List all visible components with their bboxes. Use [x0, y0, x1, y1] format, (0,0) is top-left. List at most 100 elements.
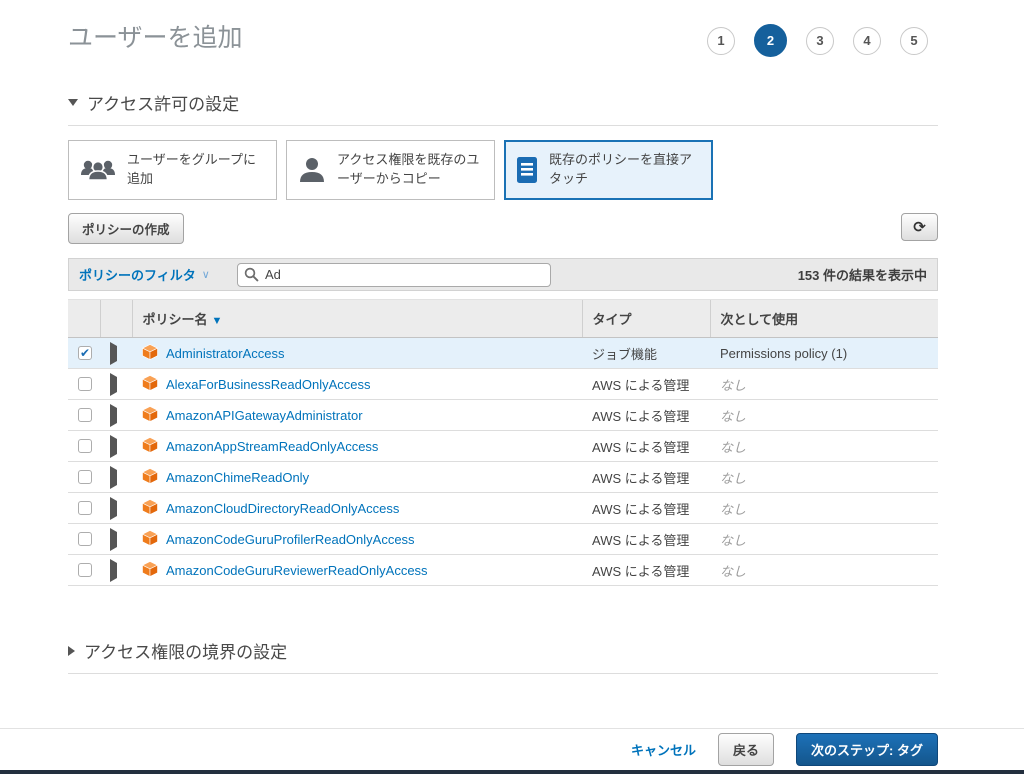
table-row: AmazonAPIGatewayAdministrator AWS による管理 … — [68, 400, 938, 431]
policy-used-as-cell: なし — [710, 462, 938, 493]
policy-type-cell: ジョブ機能 — [582, 338, 710, 369]
refresh-button[interactable]: ⟳ — [901, 213, 938, 241]
policy-filter-label: ポリシーのフィルタ — [79, 265, 196, 284]
expand-row-icon[interactable] — [110, 342, 117, 365]
policy-used-as-cell: なし — [710, 400, 938, 431]
header-policy-name-label: ポリシー名 — [143, 312, 208, 327]
console-bottom-bar — [0, 770, 1024, 774]
next-step-button[interactable]: 次のステップ: タグ — [796, 733, 938, 766]
search-wrap — [237, 263, 551, 287]
policy-type-cell: AWS による管理 — [582, 369, 710, 400]
table-row: AmazonCloudDirectoryReadOnlyAccess AWS に… — [68, 493, 938, 524]
row-checkbox[interactable] — [78, 439, 92, 453]
permission-option-cards: ユーザーをグループに追加 アクセス権限を既存のユーザーからコピー 既存のポリ — [68, 140, 938, 200]
step-4: 4 — [853, 27, 881, 55]
step-1: 1 — [707, 27, 735, 55]
policy-type-cell: AWS による管理 — [582, 400, 710, 431]
policies-table: ポリシー名▼ タイプ 次として使用 ✔ A — [68, 299, 938, 586]
card-label: アクセス権限を既存のユーザーからコピー — [337, 151, 484, 189]
policy-cube-icon — [142, 375, 158, 394]
policy-name-link[interactable]: AmazonCodeGuruReviewerReadOnlyAccess — [166, 563, 428, 578]
policy-document-icon — [515, 156, 539, 184]
policy-cube-icon — [142, 499, 158, 518]
table-row: AmazonAppStreamReadOnlyAccess AWS による管理 … — [68, 431, 938, 462]
expand-row-icon[interactable] — [110, 559, 117, 582]
header-policy-name[interactable]: ポリシー名 ▼ — [132, 300, 582, 338]
policy-type-cell: AWS による管理 — [582, 493, 710, 524]
card-add-user-to-group[interactable]: ユーザーをグループに追加 — [68, 140, 277, 200]
row-checkbox[interactable]: ✔ — [78, 346, 92, 360]
policy-type-cell: AWS による管理 — [582, 431, 710, 462]
row-checkbox[interactable] — [78, 501, 92, 515]
step-3: 3 — [806, 27, 834, 55]
back-button[interactable]: 戻る — [718, 733, 774, 766]
card-label: ユーザーをグループに追加 — [127, 151, 266, 189]
permissions-section-title: アクセス許可の設定 — [87, 90, 239, 115]
expand-row-icon[interactable] — [110, 466, 117, 489]
policy-type-cell: AWS による管理 — [582, 462, 710, 493]
create-policy-button[interactable]: ポリシーの作成 — [68, 213, 184, 244]
row-checkbox[interactable] — [78, 563, 92, 577]
permissions-section-header[interactable]: アクセス許可の設定 — [68, 90, 938, 126]
policy-name-link[interactable]: AdministratorAccess — [166, 346, 284, 361]
policy-cube-icon — [142, 437, 158, 456]
policy-used-as-cell: なし — [710, 493, 938, 524]
user-group-icon — [79, 157, 117, 183]
policy-cube-icon — [142, 344, 158, 363]
main-content: ユーザーを追加 アクセス許可の設定 ユーザーをグループに追加 — [68, 0, 938, 674]
row-checkbox[interactable] — [78, 470, 92, 484]
wizard-footer: キャンセル 戻る 次のステップ: タグ — [0, 728, 1024, 770]
chevron-down-icon — [68, 99, 78, 106]
chevron-right-icon — [68, 646, 75, 656]
policy-used-as-cell: Permissions policy (1) — [710, 338, 938, 369]
policy-used-as-cell: なし — [710, 524, 938, 555]
expand-row-icon[interactable] — [110, 435, 117, 458]
row-checkbox[interactable] — [78, 377, 92, 391]
policy-name-link[interactable]: AlexaForBusinessReadOnlyAccess — [166, 377, 370, 392]
policy-name-link[interactable]: AmazonAPIGatewayAdministrator — [166, 408, 363, 423]
header-type: タイプ — [582, 300, 710, 338]
search-icon — [244, 267, 259, 285]
policy-cube-icon — [142, 530, 158, 549]
header-checkbox-cell — [68, 300, 100, 338]
sort-desc-icon: ▼ — [212, 315, 223, 327]
cancel-button[interactable]: キャンセル — [631, 740, 696, 759]
boundary-section-title: アクセス権限の境界の設定 — [84, 638, 287, 663]
expand-row-icon[interactable] — [110, 528, 117, 551]
policy-cube-icon — [142, 561, 158, 580]
table-row: AmazonCodeGuruProfilerReadOnlyAccess AWS… — [68, 524, 938, 555]
card-attach-existing-policies[interactable]: 既存のポリシーを直接アタッチ — [504, 140, 713, 200]
policy-used-as-cell: なし — [710, 431, 938, 462]
table-row: AmazonCodeGuruReviewerReadOnlyAccess AWS… — [68, 555, 938, 586]
refresh-icon: ⟳ — [913, 218, 926, 236]
boundary-section-header[interactable]: アクセス権限の境界の設定 — [68, 638, 938, 674]
table-header-row: ポリシー名 ▼ タイプ 次として使用 — [68, 300, 938, 338]
policy-name-link[interactable]: AmazonAppStreamReadOnlyAccess — [166, 439, 378, 454]
policy-name-link[interactable]: AmazonCodeGuruProfilerReadOnlyAccess — [166, 532, 415, 547]
header-expander-cell — [100, 300, 132, 338]
user-copy-icon — [297, 156, 327, 184]
expand-row-icon[interactable] — [110, 497, 117, 520]
policy-filter-bar: ポリシーのフィルタ ∨ 153 件の結果を表示中 — [68, 258, 938, 291]
policy-name-link[interactable]: AmazonCloudDirectoryReadOnlyAccess — [166, 501, 399, 516]
results-count: 153 件の結果を表示中 — [798, 265, 927, 284]
step-2: 2 — [754, 24, 787, 57]
table-row: AmazonChimeReadOnly AWS による管理 なし — [68, 462, 938, 493]
policy-search-input[interactable] — [237, 263, 551, 287]
card-copy-permissions[interactable]: アクセス権限を既存のユーザーからコピー — [286, 140, 495, 200]
policy-used-as-cell: なし — [710, 369, 938, 400]
policy-filter-dropdown[interactable]: ポリシーのフィルタ ∨ — [79, 265, 210, 284]
policy-name-link[interactable]: AmazonChimeReadOnly — [166, 470, 309, 485]
chevron-down-icon: ∨ — [202, 268, 210, 281]
policy-toolbar: ポリシーの作成 ⟳ — [68, 213, 938, 244]
header-used-as: 次として使用 — [710, 300, 938, 338]
card-label: 既存のポリシーを直接アタッチ — [549, 151, 702, 189]
policy-cube-icon — [142, 468, 158, 487]
step-indicator: 12345 — [707, 24, 928, 57]
step-5: 5 — [900, 27, 928, 55]
row-checkbox[interactable] — [78, 532, 92, 546]
policy-type-cell: AWS による管理 — [582, 555, 710, 586]
row-checkbox[interactable] — [78, 408, 92, 422]
expand-row-icon[interactable] — [110, 404, 117, 427]
expand-row-icon[interactable] — [110, 373, 117, 396]
